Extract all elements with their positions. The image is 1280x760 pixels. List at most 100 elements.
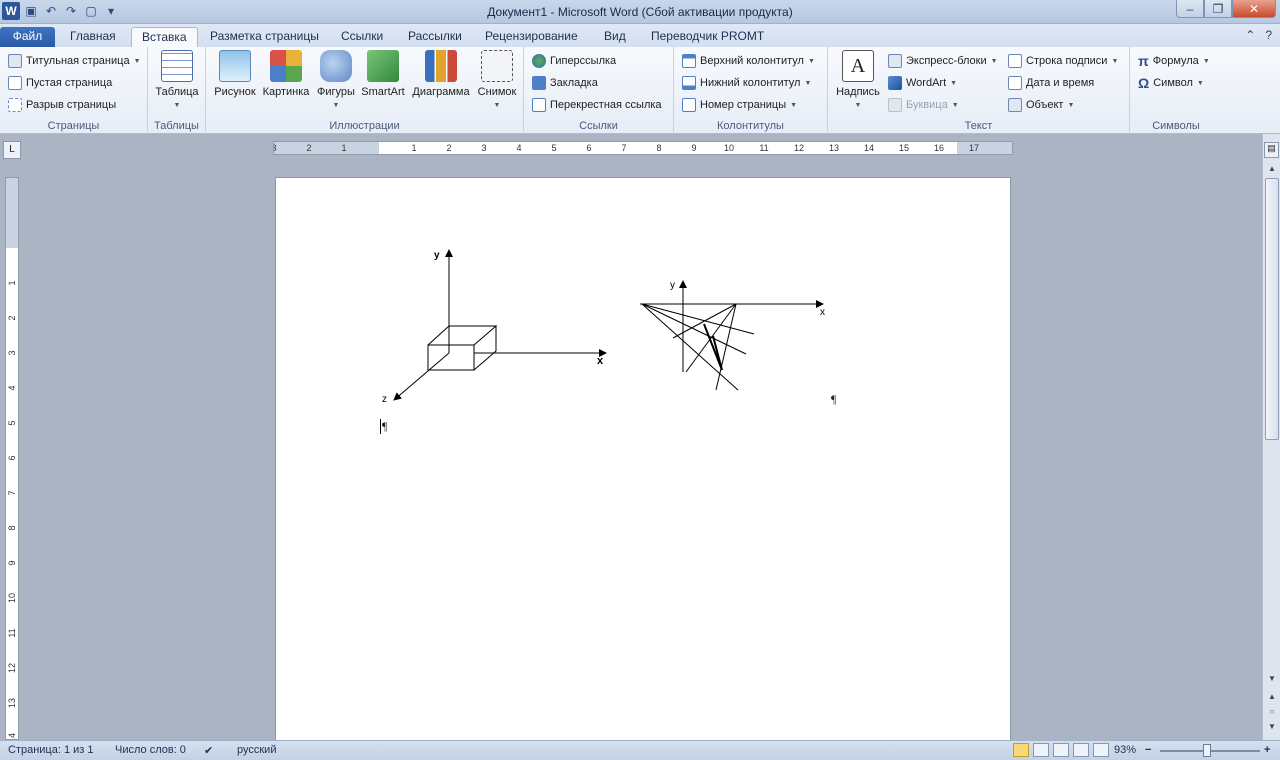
group-label-symbols: Символы <box>1152 120 1200 132</box>
vertical-ruler-number: 12 <box>7 663 17 674</box>
page-number-button[interactable]: Номер страницы ▼ <box>682 95 797 115</box>
omega-icon: Ω <box>1138 75 1150 91</box>
page-break-button[interactable]: Разрыв страницы <box>8 95 116 115</box>
print-layout-view-button[interactable] <box>1013 743 1029 757</box>
header-icon <box>682 54 696 68</box>
group-symbols: π Формула ▼ Ω Символ ▼ Символы <box>1130 47 1222 134</box>
vertical-ruler-top-margin <box>6 178 18 248</box>
box-front-face <box>427 344 475 371</box>
header-button[interactable]: Верхний колонтитул ▼ <box>682 51 815 71</box>
vertical-ruler-number: 5 <box>7 420 17 426</box>
vertical-ruler-number: 11 <box>7 628 17 638</box>
ruler-number: 16 <box>933 143 945 153</box>
scroll-thumb[interactable] <box>1265 178 1279 440</box>
ruler-right-margin <box>957 142 1012 154</box>
tab-insert[interactable]: Вставка <box>131 27 198 47</box>
group-label-illustrations: Иллюстрации <box>329 120 400 132</box>
wordart-icon <box>888 76 902 90</box>
blank-page-icon <box>8 76 22 90</box>
footer-button[interactable]: Нижний колонтитул ▼ <box>682 73 811 93</box>
picture-button[interactable]: Рисунок <box>212 50 258 98</box>
signature-line-button[interactable]: Строка подписи ▼ <box>1008 51 1118 71</box>
left-z-label: z <box>382 394 387 405</box>
outline-view-button[interactable] <box>1073 743 1089 757</box>
zoom-slider-thumb[interactable] <box>1203 744 1211 757</box>
clipart-icon <box>270 50 302 82</box>
tab-references[interactable]: Ссылки <box>331 27 393 47</box>
box-top-face <box>427 325 498 346</box>
horizontal-ruler[interactable]: 3211234567891011121314151617 <box>273 141 1013 155</box>
box-side-face <box>473 326 497 371</box>
cover-page-button[interactable]: Титульная страница ▼ <box>8 51 141 71</box>
tab-page-layout[interactable]: Разметка страницы <box>200 27 329 47</box>
language-status[interactable]: русский <box>237 744 276 756</box>
zoom-level[interactable]: 93% <box>1114 744 1136 756</box>
hyperlink-button[interactable]: Гиперссылка <box>532 51 616 71</box>
minimize-button[interactable]: – <box>1176 0 1204 18</box>
paragraph-mark-cursor[interactable]: ¶ <box>380 419 387 434</box>
quick-parts-icon <box>888 54 902 68</box>
tab-home[interactable]: Главная <box>60 27 126 47</box>
left-x-label: x <box>597 355 604 367</box>
cross-reference-button[interactable]: Перекрестная ссылка <box>532 95 662 115</box>
group-label-header-footer: Колонтитулы <box>717 120 784 132</box>
ruler-number: 2 <box>446 143 452 153</box>
tab-view[interactable]: Вид <box>594 27 636 47</box>
text-box-button[interactable]: A Надпись ▼ <box>832 50 884 110</box>
tab-selector-button[interactable]: L <box>3 141 21 159</box>
wordart-button[interactable]: WordArt ▼ <box>888 73 957 93</box>
object-icon <box>1008 98 1022 112</box>
tab-file[interactable]: Файл <box>0 27 55 47</box>
globe-icon <box>532 54 546 68</box>
shapes-button[interactable]: Фигуры ▼ <box>314 50 358 110</box>
draft-view-button[interactable] <box>1093 743 1109 757</box>
ruler-number: 2 <box>306 143 312 153</box>
zoom-in-button[interactable]: + <box>1264 744 1270 756</box>
table-button[interactable]: Таблица ▼ <box>153 50 201 110</box>
full-screen-view-button[interactable] <box>1033 743 1049 757</box>
footer-icon <box>682 76 696 90</box>
ruler-number: 11 <box>759 143 769 153</box>
minimize-ribbon-icon[interactable]: ⌃ <box>1245 28 1255 42</box>
drop-cap-button[interactable]: Буквица ▼ <box>888 95 959 115</box>
help-icon[interactable]: ? <box>1265 28 1272 42</box>
zoom-out-button[interactable]: − <box>1145 744 1151 756</box>
spell-check-icon[interactable]: ✔ <box>204 744 213 757</box>
view-ruler-icon[interactable]: ▤ <box>1264 142 1279 158</box>
vertical-ruler[interactable]: 1 2 3 4 5 6 7 8 9 10 11 12 13 14 <box>5 177 19 740</box>
bookmark-button[interactable]: Закладка <box>532 73 598 93</box>
tab-review[interactable]: Рецензирование <box>475 27 588 47</box>
tab-mailings[interactable]: Рассылки <box>398 27 472 47</box>
ruler-number: 7 <box>621 143 627 153</box>
previous-page-icon[interactable]: ▲ <box>1265 690 1279 704</box>
smartart-button[interactable]: SmartArt <box>358 50 408 98</box>
blank-page-button[interactable]: Пустая страница <box>8 73 112 93</box>
tab-promt-translator[interactable]: Переводчик PROMT <box>641 27 774 47</box>
vertical-ruler-number: 10 <box>7 593 17 604</box>
ruler-left-margin <box>274 142 379 154</box>
object-button[interactable]: Объект ▼ <box>1008 95 1074 115</box>
equation-button[interactable]: π Формула ▼ <box>1138 51 1210 71</box>
page-number-icon <box>682 98 696 112</box>
document-page[interactable]: y x z y x ¶ ¶ <box>275 177 1011 740</box>
symbol-button[interactable]: Ω Символ ▼ <box>1138 73 1204 93</box>
screenshot-button[interactable]: Снимок ▼ <box>474 50 520 110</box>
chart-icon <box>425 50 457 82</box>
vertical-scrollbar[interactable]: ▤ ▲ ▼ ▲ ○ ▼ <box>1262 134 1280 740</box>
date-time-button[interactable]: Дата и время <box>1008 73 1094 93</box>
page-count-status[interactable]: Страница: 1 из 1 <box>8 744 94 756</box>
quick-parts-button[interactable]: Экспресс-блоки ▼ <box>888 51 998 71</box>
scroll-down-icon[interactable]: ▼ <box>1265 672 1279 686</box>
next-page-icon[interactable]: ▼ <box>1265 720 1279 734</box>
cross-reference-icon <box>532 98 546 112</box>
close-button[interactable]: ✕ <box>1232 0 1276 18</box>
ruler-number: 3 <box>481 143 487 153</box>
vertical-ruler-number: 4 <box>7 385 17 391</box>
clipart-button[interactable]: Картинка <box>260 50 312 98</box>
chart-button[interactable]: Диаграмма <box>408 50 474 98</box>
web-layout-view-button[interactable] <box>1053 743 1069 757</box>
maximize-button[interactable]: ❐ <box>1204 0 1232 18</box>
browse-object-icon[interactable]: ○ <box>1265 705 1279 719</box>
scroll-up-icon[interactable]: ▲ <box>1265 162 1279 176</box>
word-count-status[interactable]: Число слов: 0 <box>115 744 186 756</box>
